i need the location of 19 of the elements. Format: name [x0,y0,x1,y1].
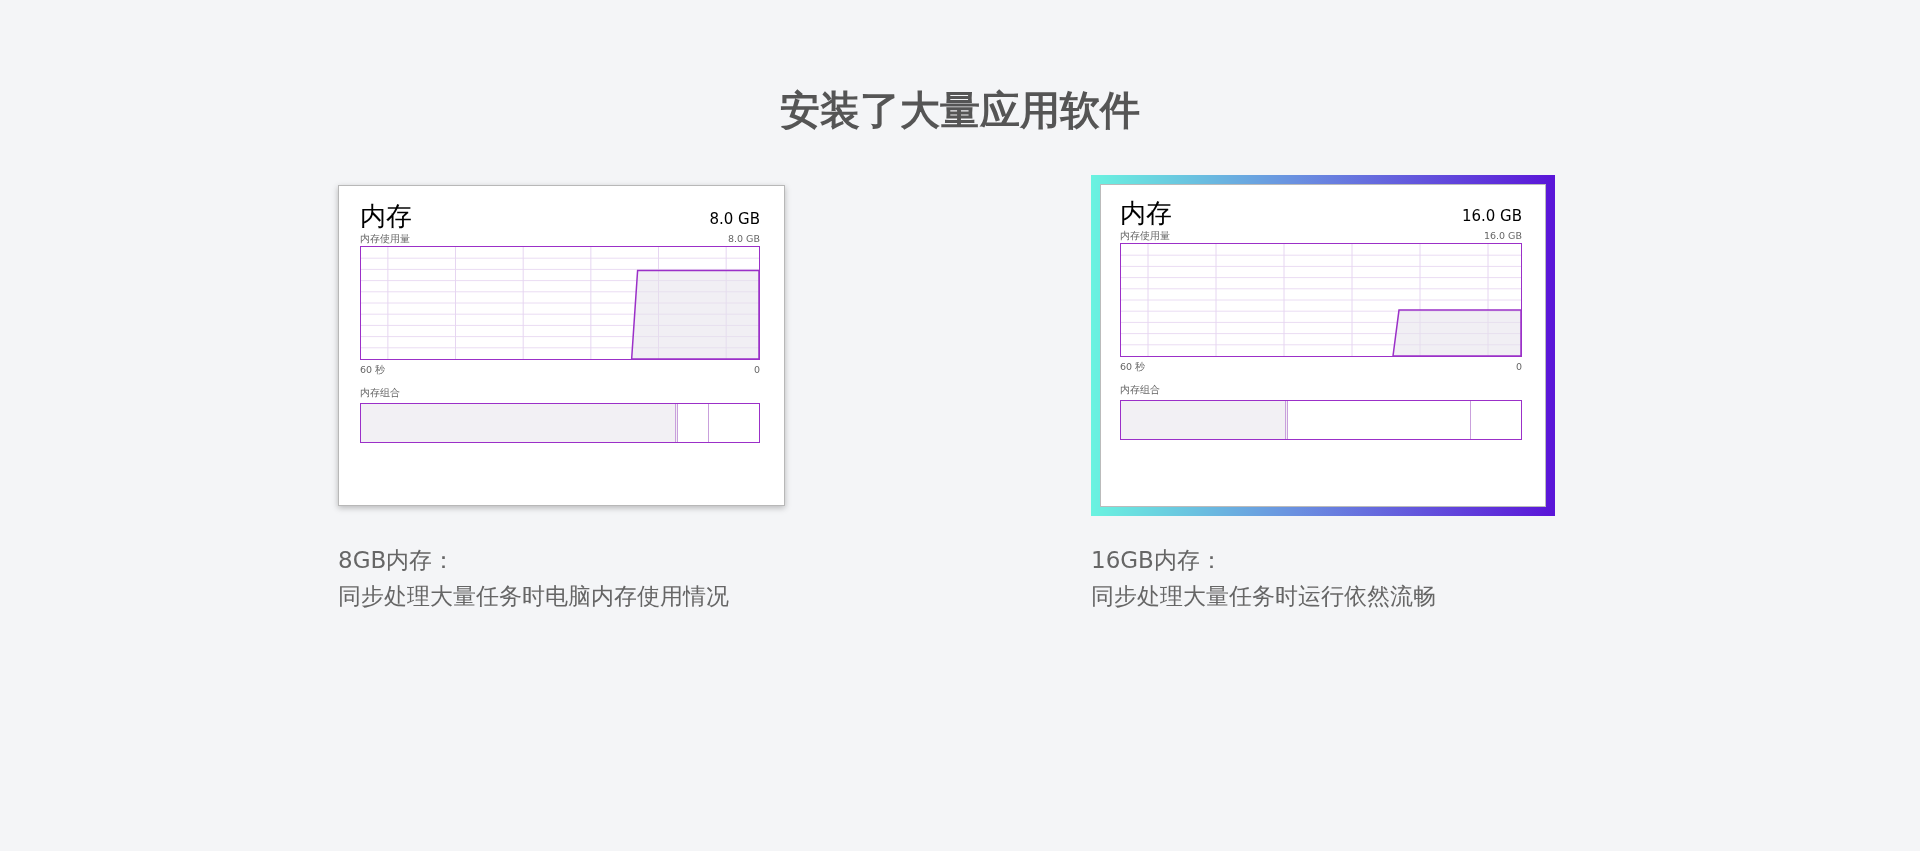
total-memory: 8.0 GB [709,210,760,228]
usage-label: 内存使用量 [1120,229,1170,242]
usage-max: 16.0 GB [1483,229,1522,242]
usage-label: 内存使用量 [360,232,410,245]
caption-text: 同步处理大量任务时运行依然流畅 [1091,582,1437,611]
caption-title: 8GB内存： [338,546,457,575]
axis-end-label: 0 [1515,360,1522,373]
usage-max: 8.0 GB [728,232,760,245]
axis-start-label: 60 秒 [360,363,386,376]
caption-title: 16GB内存： [1091,546,1224,575]
panel-heading: 内存 [360,200,412,232]
page-title: 安装了大量应用软件 [779,86,1141,135]
caption-text: 同步处理大量任务时电脑内存使用情况 [338,582,730,611]
total-memory: 16.0 GB [1461,207,1522,225]
panel-heading: 内存 [1120,197,1172,229]
composition-label: 内存组合 [1120,383,1160,396]
axis-end-label: 0 [753,363,760,376]
composition-label: 内存组合 [360,386,400,399]
axis-start-label: 60 秒 [1120,360,1146,373]
